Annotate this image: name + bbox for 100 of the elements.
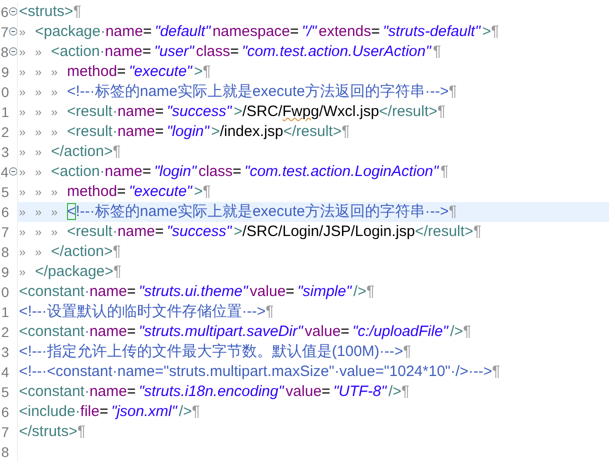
xml-tag: /> xyxy=(178,403,192,420)
attribute-value: "simple" xyxy=(297,283,352,300)
xml-tag: > xyxy=(234,103,242,120)
xml-comment: <!--·指定允许上传的文件最大字节数。默认值是(100M)·--> xyxy=(19,343,404,360)
xml-tag: </action> xyxy=(51,243,113,260)
attribute-value: "struts.i18n.encoding" xyxy=(138,383,284,400)
equals-sign: = xyxy=(154,223,164,240)
tab-marker: » xyxy=(19,84,27,101)
element-text: /SRC/Login/JSP/Login.jsp xyxy=(242,223,415,240)
equals-sign: = xyxy=(127,323,136,340)
tab-marker: » xyxy=(51,204,59,221)
line-number: 4 xyxy=(0,163,8,182)
collapse-icon[interactable] xyxy=(8,7,17,16)
tab-marker: » xyxy=(35,104,43,121)
tab-marker: » xyxy=(19,44,27,61)
xml-tag: /> xyxy=(353,283,366,300)
xml-tag: <action· xyxy=(51,43,105,60)
xml-tag: <constant· xyxy=(19,323,90,340)
line-end-marker: ¶ xyxy=(342,123,350,140)
tab-marker: » xyxy=(51,84,59,101)
xml-tag: <result· xyxy=(67,123,118,140)
collapse-icon[interactable] xyxy=(8,167,17,176)
line-number: 3 xyxy=(0,143,9,162)
line-number: 0 xyxy=(0,83,9,102)
equals-sign: = xyxy=(154,123,164,140)
attribute-name: name xyxy=(89,323,127,340)
attribute-value: "success" xyxy=(166,223,232,240)
line-number: 9 xyxy=(0,263,9,282)
tab-marker: » xyxy=(35,124,43,141)
xml-tag: <package· xyxy=(35,23,106,40)
tab-marker: » xyxy=(35,44,43,61)
tab-marker: » xyxy=(19,264,27,281)
line-end-marker: ¶ xyxy=(77,423,86,440)
tab-marker: » xyxy=(35,164,43,181)
line-end-marker: ¶ xyxy=(73,3,82,20)
attribute-name: name xyxy=(117,123,155,140)
xml-tag: > xyxy=(482,23,492,40)
line-number: 7 xyxy=(0,23,8,42)
attribute-value: "user" xyxy=(154,43,194,60)
tab-marker: » xyxy=(35,204,43,221)
xml-tag: </result> xyxy=(283,123,342,140)
matched-bracket: < xyxy=(67,203,76,220)
xml-tag: <result· xyxy=(67,223,118,240)
attribute-name: name xyxy=(104,163,142,180)
tab-marker: » xyxy=(35,84,43,101)
equals-sign: = xyxy=(127,283,136,300)
equals-sign: = xyxy=(340,323,350,340)
attribute-value: "execute" xyxy=(128,63,192,80)
tab-marker: » xyxy=(35,224,43,241)
xml-tag: </result> xyxy=(379,103,438,120)
element-text: /Wxcl.jsp xyxy=(319,103,380,120)
attribute-name: value xyxy=(250,283,286,300)
tab-marker: » xyxy=(19,204,27,221)
line-number: 3 xyxy=(0,343,9,362)
equals-sign: = xyxy=(290,23,299,40)
attribute-name: method xyxy=(67,183,118,200)
collapse-icon[interactable] xyxy=(8,47,17,56)
equals-sign: = xyxy=(117,63,126,80)
line-end-marker: ¶ xyxy=(112,243,121,260)
attribute-name: name xyxy=(89,383,127,400)
line-end-marker: ¶ xyxy=(437,103,446,120)
line-number: 6 xyxy=(0,3,8,22)
xml-tag: <constant· xyxy=(19,383,90,400)
equals-sign: = xyxy=(154,103,164,120)
line-number: 1 xyxy=(0,103,9,122)
line-end-marker: ¶ xyxy=(491,23,500,40)
line-number: 2 xyxy=(0,123,9,142)
attribute-value: "login" xyxy=(166,123,210,140)
line-number: 1 xyxy=(0,303,9,322)
tab-marker: » xyxy=(51,224,59,241)
xml-tag: > xyxy=(211,123,220,140)
tab-marker: » xyxy=(19,24,27,41)
attribute-value: "com.test.action.UserAction" xyxy=(242,43,431,60)
line-number: 6 xyxy=(0,403,9,422)
xml-tag: <action· xyxy=(51,163,105,180)
line-end-marker: ¶ xyxy=(113,263,122,280)
attribute-value: "success" xyxy=(166,103,232,120)
tab-marker: » xyxy=(35,244,43,261)
attribute-value: "execute" xyxy=(128,183,192,200)
tab-marker: » xyxy=(19,144,27,161)
attribute-value: "login" xyxy=(154,163,196,180)
tab-marker: » xyxy=(35,144,43,161)
xml-tag: > xyxy=(194,63,203,80)
attribute-value: "UTF-8" xyxy=(333,383,386,400)
tab-marker: » xyxy=(19,124,27,141)
line-number: 2 xyxy=(0,323,9,342)
line-number: 5 xyxy=(0,183,9,202)
line-number: 7 xyxy=(0,423,9,442)
attribute-name: extends xyxy=(318,23,372,40)
line-end-marker: ¶ xyxy=(448,83,457,100)
attribute-name: file xyxy=(80,403,100,420)
xml-tag: > xyxy=(234,223,242,240)
attribute-value: "default" xyxy=(154,23,210,40)
line-end-marker: ¶ xyxy=(401,383,410,400)
attribute-name: name xyxy=(89,283,127,300)
collapse-icon[interactable] xyxy=(8,27,17,36)
equals-sign: = xyxy=(117,183,126,200)
xml-comment: <!--·设置默认的临时文件存储位置·--> xyxy=(19,303,266,320)
tab-marker: » xyxy=(19,244,27,261)
element-text: /SRC/ xyxy=(242,103,282,120)
